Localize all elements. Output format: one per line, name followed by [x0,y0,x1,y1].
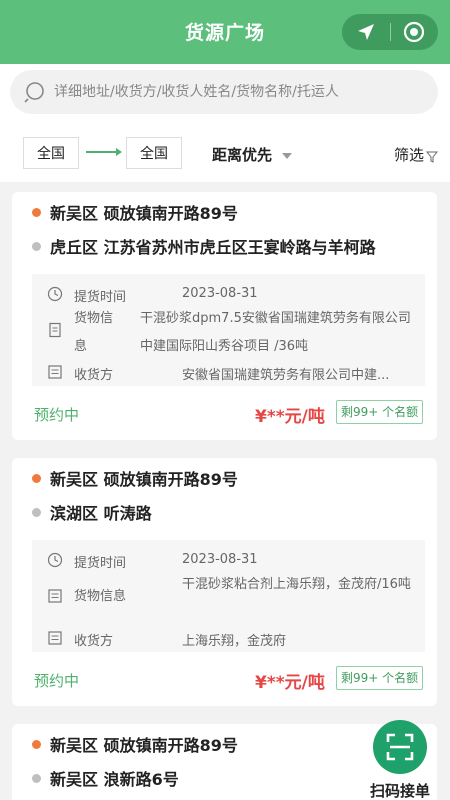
navigation-arrow-icon [357,24,374,40]
goods-row: 货物信息 干混砂浆粘合剂上海乐翔，金茂府/16吨 [32,568,425,624]
goods-value: 干混砂浆粘合剂上海乐翔，金茂府/16吨 [182,577,411,592]
receiver-row: 收货方 安徽省国瑞建筑劳务有限公司中建... [32,362,425,384]
order-card[interactable]: 新吴区 硕放镇南开路89号 虎丘区 江苏省苏州市虎丘区王宴岭路与羊柯路 提货时间… [12,192,437,440]
quota-badge: 剩99+ 个名额 [336,400,424,424]
order-status: 预约中 [34,406,80,424]
scan-circle [373,720,427,774]
order-price: ¥**元/吨 [255,673,325,693]
quota-badge: 剩99+ 个名额 [336,666,424,690]
destination-address: 虎丘区 江苏省苏州市虎丘区王宴岭路与羊柯路 [32,234,376,258]
order-details: 提货时间 2023-08-31 货物信息 干混砂浆粘合剂上海乐翔，金茂府/16吨… [32,540,425,652]
header-capsule [342,14,438,50]
destination-dot [32,773,41,783]
clock-icon [47,286,63,302]
goods-value: 干混砂浆dpm7.5安徽省国瑞建筑劳务有限公司中建国际阳山秀谷项目 /36吨 [140,311,411,354]
origin-dot [32,207,41,217]
destination-dot [32,241,41,251]
destination-text: 新吴区 浪新路6号 [50,770,179,789]
document-icon [48,589,62,603]
origin-text: 新吴区 硕放镇南开路89号 [50,470,238,489]
route-arrow-icon [86,148,122,156]
filter-button[interactable]: 筛选 [394,144,438,165]
receiver-label: 收货方 [74,634,114,649]
origin-dot [32,739,41,749]
sort-caret-icon [282,152,293,159]
funnel-icon [426,151,438,163]
receiver-value: 安徽省国瑞建筑劳务有限公司中建... [182,368,390,383]
origin-address: 新吴区 硕放镇南开路89号 [32,732,238,756]
target-button[interactable] [391,14,439,50]
search-bar[interactable] [10,70,438,114]
goods-label: 货物信息 [74,311,114,354]
origin-address: 新吴区 硕放镇南开路89号 [32,466,238,490]
order-price: ¥**元/吨 [255,407,325,427]
locate-button[interactable] [342,14,390,50]
origin-text: 新吴区 硕放镇南开路89号 [50,736,238,755]
origin-selector[interactable]: 全国 [23,137,79,169]
destination-selector[interactable]: 全国 [126,137,182,169]
receiver-label: 收货方 [74,368,114,383]
destination-text: 滨湖区 听涛路 [50,504,152,523]
top-nav-bar: 货源广场 [0,0,450,64]
origin-address: 新吴区 硕放镇南开路89号 [32,200,238,224]
search-icon [24,82,44,103]
destination-address: 新吴区 浪新路6号 [32,766,179,790]
list-icon [48,365,62,379]
list-icon [48,631,62,645]
order-details: 提货时间 2023-08-31 货物信息 干混砂浆dpm7.5安徽省国瑞建筑劳务… [32,274,425,386]
pickup-value: 2023-08-31 [182,552,258,567]
search-section [0,64,450,120]
order-card[interactable]: 新吴区 硕放镇南开路89号 滨湖区 听涛路 提货时间 2023-08-31 货物… [12,458,437,706]
origin-dot [32,473,41,483]
pickup-value: 2023-08-31 [182,286,258,301]
scan-code-icon [386,733,414,761]
order-status: 预约中 [34,672,80,690]
target-circle-icon [404,21,425,43]
receiver-value: 上海乐翔，金茂府 [182,634,287,649]
filter-bar: 全国 全国 距离优先 筛选 [0,120,450,182]
destination-text: 虎丘区 江苏省苏州市虎丘区王宴岭路与羊柯路 [50,238,376,257]
goods-label: 货物信息 [74,589,127,604]
scan-order-button[interactable]: 扫码接单 [360,720,440,800]
sort-label: 距离优先 [212,146,273,164]
clock-icon [47,552,63,568]
receiver-row: 收货方 上海乐翔，金茂府 [32,628,425,650]
origin-text: 新吴区 硕放镇南开路89号 [50,204,238,223]
sort-dropdown[interactable]: 距离优先 [212,144,293,165]
search-input[interactable] [54,84,434,100]
destination-address: 滨湖区 听涛路 [32,500,152,524]
filter-label: 筛选 [393,146,424,164]
goods-row: 货物信息 干混砂浆dpm7.5安徽省国瑞建筑劳务有限公司中建国际阳山秀谷项目 /… [32,302,425,358]
destination-dot [32,507,41,517]
scan-label: 扫码接单 [369,782,430,800]
document-icon [49,322,61,338]
